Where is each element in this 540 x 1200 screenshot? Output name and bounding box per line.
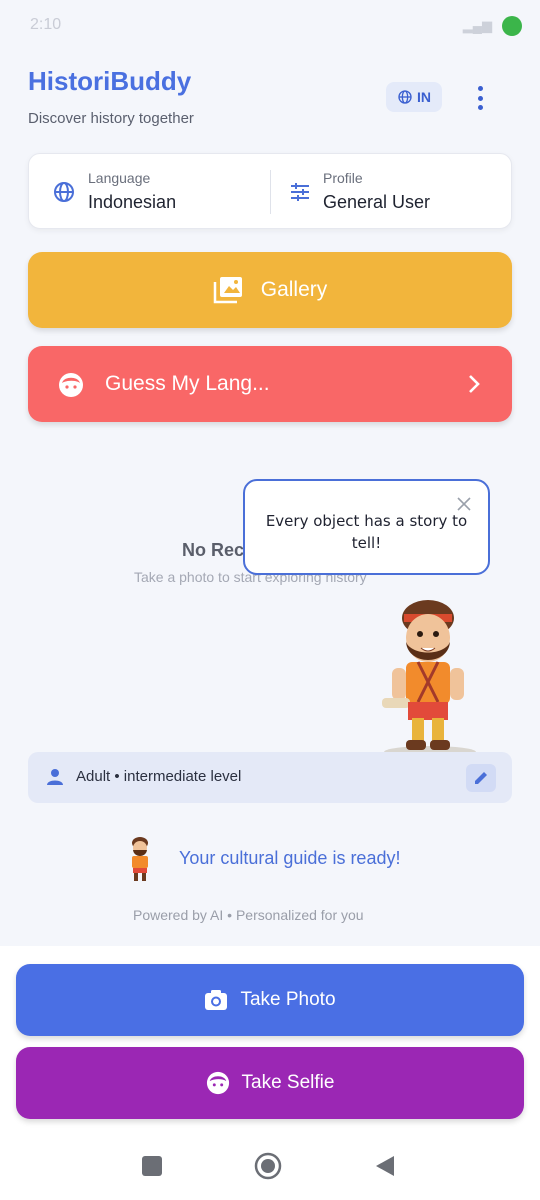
- recents-icon[interactable]: [142, 1156, 162, 1176]
- gallery-icon: [213, 277, 242, 304]
- mini-guide-icon: [132, 837, 148, 881]
- back-icon[interactable]: [374, 1154, 396, 1178]
- status-icons: ▂▄▆: [463, 16, 522, 36]
- status-time: 2:10: [30, 16, 62, 33]
- guess-label: Guess My Lang...: [105, 372, 270, 395]
- globe-icon: [54, 182, 74, 202]
- tune-icon: [291, 183, 309, 201]
- face-icon: [59, 373, 83, 397]
- empty-state-title: No Rec: [182, 540, 245, 560]
- signal-icon: ▂▄▆: [462, 18, 492, 33]
- globe-icon: [398, 90, 412, 104]
- speech-bubble-text: Every object has a story to tell!: [265, 512, 468, 552]
- close-icon[interactable]: [457, 497, 471, 511]
- gallery-button[interactable]: Gallery: [28, 252, 512, 328]
- language-label: Language: [88, 170, 151, 186]
- language-value[interactable]: Indonesian: [88, 192, 176, 213]
- status-indicator-icon: [502, 16, 522, 36]
- user-level-bar: Adult • intermediate level: [28, 752, 512, 803]
- edit-icon: [475, 772, 487, 784]
- gallery-label: Gallery: [260, 278, 328, 301]
- system-nav-bar: [0, 1134, 540, 1200]
- edit-level-button[interactable]: [466, 764, 496, 792]
- status-bar: 2:10 ▂▄▆: [0, 0, 540, 52]
- take-photo-label: Take Photo: [240, 989, 336, 1010]
- more-vert-icon[interactable]: [470, 84, 490, 112]
- take-photo-button[interactable]: Take Photo: [16, 964, 524, 1036]
- card-divider: [270, 170, 271, 214]
- speech-bubble: Every object has a story to tell!: [243, 479, 490, 575]
- camera-icon: [205, 990, 228, 1010]
- language-badge-button[interactable]: IN: [386, 82, 442, 112]
- guide-character-illustration[interactable]: [378, 598, 478, 760]
- app-title: HistoriBuddy: [28, 66, 192, 96]
- home-icon[interactable]: [254, 1152, 282, 1180]
- powered-by-text: Powered by AI • Personalized for you: [133, 907, 364, 923]
- person-icon: [47, 769, 63, 785]
- profile-value[interactable]: General User: [323, 192, 430, 213]
- profile-label: Profile: [323, 170, 363, 186]
- app-subtitle: Discover history together: [28, 110, 194, 127]
- face-icon: [206, 1071, 229, 1095]
- guide-ready-text: Your cultural guide is ready!: [179, 848, 401, 868]
- user-level-text: Adult • intermediate level: [76, 768, 242, 785]
- language-badge-label: IN: [417, 89, 431, 105]
- chevron-right-icon: [469, 375, 480, 393]
- take-selfie-label: Take Selfie: [241, 1072, 335, 1093]
- guess-my-language-button[interactable]: Guess My Lang...: [28, 346, 512, 422]
- settings-card: Language Indonesian Profile General User: [28, 153, 512, 229]
- take-selfie-button[interactable]: Take Selfie: [16, 1047, 524, 1119]
